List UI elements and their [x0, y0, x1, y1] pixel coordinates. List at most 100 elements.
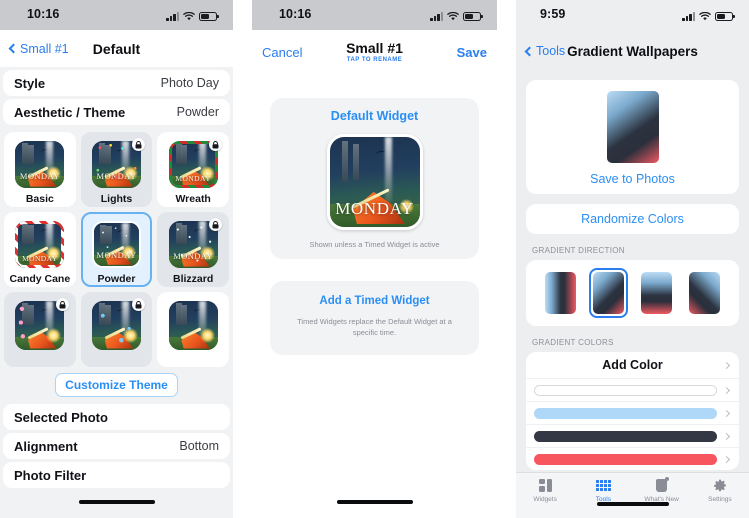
save-to-photos-button[interactable]: Save to Photos: [526, 172, 739, 186]
color-swatch: [534, 453, 717, 465]
theme-cell-wreath[interactable]: MONDAY Wreath: [157, 132, 229, 207]
gradient-colors-header: GRADIENT COLORS: [532, 338, 614, 347]
thumb-word: MONDAY: [22, 254, 58, 264]
color-row-1[interactable]: [526, 378, 739, 401]
tab-label: Widgets: [533, 496, 557, 503]
navigation-bar: Cancel Small #1 TAP TO RENAME Save: [252, 30, 497, 74]
row-label: Style: [14, 75, 46, 91]
color-row-4[interactable]: [526, 447, 739, 470]
wifi-icon: [183, 12, 195, 21]
widget-editor-body: Default Widget MONDAY Shown unless a Tim…: [252, 74, 497, 518]
randomize-colors-card[interactable]: Randomize Colors: [526, 204, 739, 234]
theme-cell-lights[interactable]: MONDAY Lights: [80, 132, 153, 207]
gradient-direction-header: GRADIENT DIRECTION: [532, 246, 625, 255]
chevron-right-icon: [722, 361, 731, 369]
direction-option-diagonal-down-left[interactable]: [685, 268, 724, 318]
cancel-button[interactable]: Cancel: [262, 45, 302, 60]
theme-cell-row3-1[interactable]: [4, 292, 76, 367]
chevron-right-icon: [722, 455, 731, 463]
theme-label: Wreath: [175, 193, 211, 205]
row-style[interactable]: Style Photo Day: [3, 70, 230, 96]
color-swatch: [534, 384, 717, 396]
theme-cell-candy-cane[interactable]: MONDAY Candy Cane: [4, 212, 76, 287]
color-row-2[interactable]: [526, 401, 739, 424]
customize-theme-button[interactable]: Customize Theme: [55, 373, 178, 397]
battery-icon: [715, 11, 735, 21]
row-label: Photo Filter: [14, 467, 87, 483]
chevron-right-icon: [722, 432, 731, 440]
status-icons: [166, 9, 219, 21]
settings-rows-bottom: Selected Photo Alignment Bottom Photo Fi…: [0, 404, 233, 493]
save-button[interactable]: Save: [457, 45, 487, 60]
thumb-word: MONDAY: [19, 171, 60, 182]
row-value: Bottom: [179, 439, 219, 453]
color-swatch: [534, 430, 717, 442]
theme-label: Lights: [100, 193, 133, 205]
status-bar: 10:16: [0, 0, 233, 30]
gradient-preview-card: Save to Photos: [526, 80, 739, 194]
battery-icon: [199, 11, 219, 21]
default-widget-card[interactable]: Default Widget MONDAY Shown unless a Tim…: [270, 98, 479, 259]
widget-word: MONDAY: [335, 198, 414, 218]
direction-option-vertical[interactable]: [637, 268, 676, 318]
tab-settings[interactable]: Settings: [691, 478, 749, 503]
theme-label: Basic: [25, 193, 54, 205]
gradient-preview: [606, 91, 659, 163]
default-widget-footnote: Shown unless a Timed Widget is active: [309, 240, 440, 249]
grid-icon: [596, 478, 611, 493]
lock-icon: [208, 138, 222, 151]
phone-screen-widget-editor: 10:16 Cancel Small #1 TAP TO RENAME Save…: [252, 0, 497, 518]
tab-label: Settings: [708, 496, 732, 503]
add-color-button[interactable]: Add Color: [526, 352, 739, 378]
theme-cell-basic[interactable]: MONDAY Basic: [4, 132, 76, 207]
tab-widgets[interactable]: Widgets: [516, 478, 574, 503]
color-row-3[interactable]: [526, 424, 739, 447]
randomize-colors-button[interactable]: Randomize Colors: [526, 212, 739, 226]
theme-cell-row3-3[interactable]: [157, 292, 229, 367]
theme-label: Blizzard: [173, 273, 214, 285]
home-indicator: [336, 500, 413, 504]
row-aesthetic-theme[interactable]: Aesthetic / Theme Powder: [3, 99, 230, 125]
home-indicator: [78, 500, 155, 504]
add-timed-widget-card[interactable]: Add a Timed Widget Timed Widgets replace…: [270, 281, 479, 355]
gradient-colors-list: Add Color: [526, 352, 739, 470]
theme-cell-powder[interactable]: MONDAY Powder: [80, 212, 153, 287]
thumb-word: MONDAY: [96, 171, 137, 182]
cellular-icon: [682, 12, 695, 21]
back-label: Small #1: [20, 41, 69, 56]
row-value: Photo Day: [160, 76, 219, 90]
settings-rows-top: Style Photo Day Aesthetic / Theme Powder: [0, 67, 233, 128]
navigation-bar: Small #1 Default: [0, 30, 233, 67]
back-button[interactable]: Small #1: [8, 41, 69, 56]
theme-label: Powder: [97, 273, 136, 285]
widgets-icon: [538, 478, 552, 493]
row-photo-filter[interactable]: Photo Filter: [3, 462, 230, 488]
row-selected-photo[interactable]: Selected Photo: [3, 404, 230, 430]
theme-cell-blizzard[interactable]: MONDAY Blizzard: [157, 212, 229, 287]
back-button[interactable]: Tools: [524, 44, 565, 58]
lock-icon: [208, 218, 222, 231]
screenshot-stage: 10:16 Small #1 Default Style Photo Day A…: [0, 0, 749, 518]
gradient-body: Save to Photos Randomize Colors GRADIENT…: [516, 72, 749, 472]
status-bar: 9:59: [516, 0, 749, 30]
gradient-direction-options: [526, 260, 739, 326]
row-value: Powder: [176, 105, 219, 119]
wifi-icon: [447, 12, 459, 21]
status-icons: [430, 9, 483, 21]
row-label: Aesthetic / Theme: [14, 104, 126, 120]
direction-option-diagonal-down-right[interactable]: [588, 268, 628, 318]
theme-cell-row3-2[interactable]: [80, 292, 153, 367]
wifi-icon: [699, 12, 711, 21]
tab-whats-new[interactable]: What's New: [633, 477, 691, 503]
home-indicator: [596, 502, 669, 506]
add-timed-widget-title[interactable]: Add a Timed Widget: [286, 295, 463, 307]
lock-icon: [132, 298, 146, 311]
phone-screen-theme-picker: 10:16 Small #1 Default Style Photo Day A…: [0, 0, 233, 518]
default-widget-preview[interactable]: MONDAY: [326, 134, 423, 230]
direction-option-horizontal[interactable]: [541, 268, 580, 318]
tab-tools[interactable]: Tools: [574, 478, 632, 503]
add-timed-widget-description: Timed Widgets replace the Default Widget…: [297, 317, 452, 338]
row-label: Alignment: [14, 438, 78, 454]
cellular-icon: [430, 12, 443, 21]
row-alignment[interactable]: Alignment Bottom: [3, 433, 230, 459]
